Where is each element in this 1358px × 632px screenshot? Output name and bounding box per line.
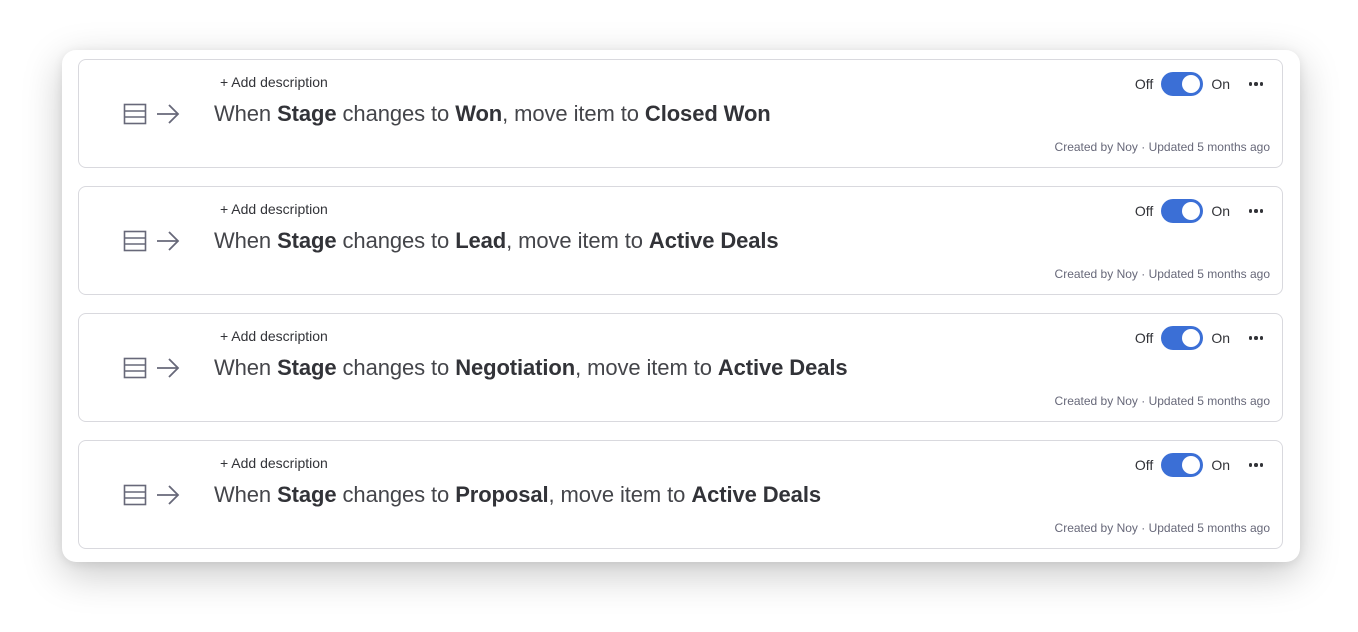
automation-meta: Created by Noy · Updated 5 months ago	[1054, 267, 1270, 281]
recipe-move-text: , move item to	[548, 482, 686, 507]
automation-toggle: Off On	[1135, 453, 1230, 477]
arrow-right-icon	[157, 485, 180, 505]
automation-toggle: Off On	[1135, 326, 1230, 350]
recipe-column[interactable]: Stage	[277, 482, 337, 507]
automation-toggle: Off On	[1135, 72, 1230, 96]
recipe-move-text: , move item to	[506, 228, 643, 253]
recipe-when: When	[214, 101, 272, 126]
recipe-target-group[interactable]: Active Deals	[718, 355, 848, 380]
toggle-on-label: On	[1211, 330, 1230, 346]
automation-card[interactable]: + Add description When Stage changes to …	[78, 440, 1283, 549]
recipe-changes-to: changes to	[342, 482, 450, 507]
recipe-when: When	[214, 228, 272, 253]
toggle-switch[interactable]	[1161, 453, 1204, 477]
toggle-switch[interactable]	[1161, 326, 1204, 350]
automation-meta: Created by Noy · Updated 5 months ago	[1054, 394, 1270, 408]
arrow-right-icon	[157, 358, 180, 378]
automation-meta: Created by Noy · Updated 5 months ago	[1054, 521, 1270, 535]
recipe-target-group[interactable]: Active Deals	[691, 482, 821, 507]
toggle-on-label: On	[1211, 76, 1230, 92]
recipe-move-text: , move item to	[575, 355, 712, 380]
recipe-move-text: , move item to	[502, 101, 639, 126]
automation-recipe[interactable]: When Stage changes to Negotiation, move …	[214, 355, 848, 381]
add-description-link[interactable]: + Add description	[220, 201, 328, 217]
more-options-icon[interactable]	[1246, 326, 1266, 350]
recipe-status[interactable]: Won	[455, 101, 502, 126]
toggle-knob	[1182, 329, 1201, 347]
automations-panel: + Add description When Stage changes to …	[62, 50, 1300, 562]
recipe-status[interactable]: Proposal	[455, 482, 548, 507]
recipe-when: When	[214, 482, 272, 507]
recipe-icons	[123, 102, 181, 126]
automation-recipe[interactable]: When Stage changes to Lead, move item to…	[214, 228, 779, 254]
recipe-changes-to: changes to	[342, 101, 450, 126]
recipe-column[interactable]: Stage	[277, 228, 337, 253]
toggle-off-label: Off	[1134, 76, 1154, 92]
toggle-knob	[1182, 75, 1201, 93]
board-list-icon	[123, 103, 147, 125]
toggle-on-label: On	[1211, 203, 1230, 219]
arrow-right-icon	[157, 231, 180, 251]
recipe-target-group[interactable]: Active Deals	[649, 228, 779, 253]
recipe-changes-to: changes to	[342, 355, 450, 380]
toggle-knob	[1182, 456, 1201, 474]
automation-recipe[interactable]: When Stage changes to Proposal, move ite…	[214, 482, 821, 508]
automation-recipe[interactable]: When Stage changes to Won, move item to …	[214, 101, 771, 127]
more-options-icon[interactable]	[1246, 199, 1266, 223]
add-description-link[interactable]: + Add description	[220, 328, 328, 344]
automation-meta: Created by Noy · Updated 5 months ago	[1054, 140, 1270, 154]
recipe-when: When	[214, 355, 272, 380]
more-options-icon[interactable]	[1246, 72, 1266, 96]
toggle-switch[interactable]	[1161, 72, 1204, 96]
automation-card[interactable]: + Add description When Stage changes to …	[78, 186, 1283, 295]
recipe-column[interactable]: Stage	[277, 101, 337, 126]
toggle-off-label: Off	[1134, 330, 1154, 346]
toggle-on-label: On	[1211, 457, 1230, 473]
board-list-icon	[123, 357, 147, 379]
more-options-icon[interactable]	[1246, 453, 1266, 477]
automation-card[interactable]: + Add description When Stage changes to …	[78, 59, 1283, 168]
recipe-icons	[123, 356, 181, 380]
toggle-off-label: Off	[1134, 203, 1154, 219]
board-list-icon	[123, 230, 147, 252]
recipe-status[interactable]: Lead	[455, 228, 506, 253]
recipe-target-group[interactable]: Closed Won	[645, 101, 771, 126]
recipe-icons	[123, 483, 181, 507]
board-list-icon	[123, 484, 147, 506]
arrow-right-icon	[157, 104, 180, 124]
toggle-switch[interactable]	[1161, 199, 1204, 223]
automation-toggle: Off On	[1135, 199, 1230, 223]
toggle-knob	[1182, 202, 1201, 220]
recipe-column[interactable]: Stage	[277, 355, 337, 380]
recipe-changes-to: changes to	[342, 228, 450, 253]
add-description-link[interactable]: + Add description	[220, 74, 328, 90]
toggle-off-label: Off	[1134, 457, 1154, 473]
automation-card[interactable]: + Add description When Stage changes to …	[78, 313, 1283, 422]
add-description-link[interactable]: + Add description	[220, 455, 328, 471]
recipe-status[interactable]: Negotiation	[455, 355, 575, 380]
recipe-icons	[123, 229, 181, 253]
